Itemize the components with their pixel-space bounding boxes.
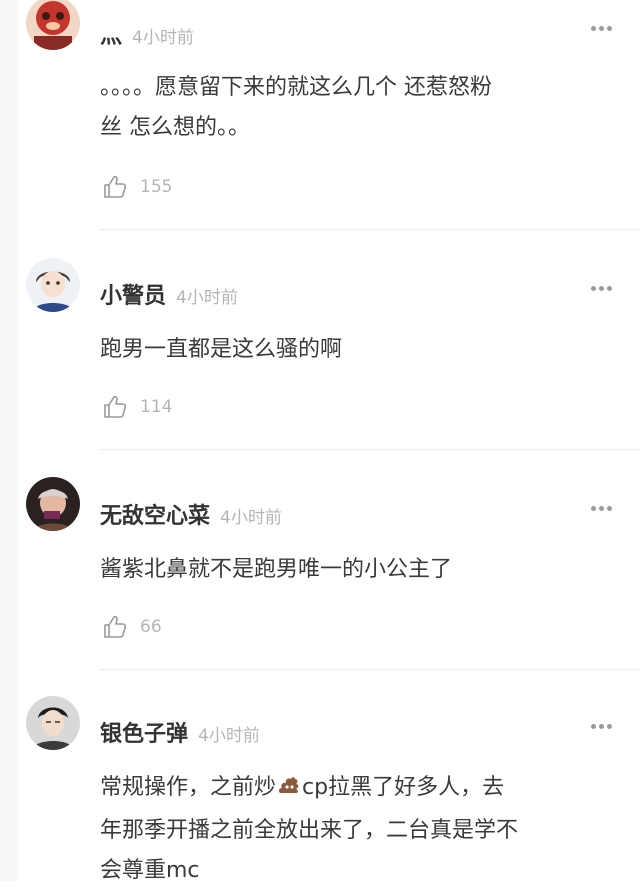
comment-text-line: 常规操作，之前炒 cp拉黑了好多人，去 (100, 768, 612, 811)
like-count: 114 (140, 397, 173, 417)
avatar[interactable] (26, 0, 80, 50)
like-button[interactable]: 66 (102, 614, 162, 640)
comment-text: 常规操作，之前炒 cp拉黑了好多人，去 年那季开播之前全放出来了，二台真是学不 会… (100, 768, 612, 891)
username[interactable]: 灬 (100, 18, 122, 50)
avatar[interactable] (26, 258, 80, 312)
like-count: 155 (140, 177, 173, 197)
like-button[interactable]: 114 (102, 394, 172, 420)
divider (100, 449, 640, 450)
username[interactable]: 小警员 (100, 278, 166, 310)
comment-text-line: 会尊重mc (100, 858, 200, 883)
comment-text-line: 跑男一直都是这么骚的啊 (100, 337, 343, 362)
more-dots-icon[interactable] (591, 724, 612, 729)
comment-text-line: 丝 怎么想的。。 (100, 115, 250, 140)
comment-text: 酱紫北鼻就不是跑男唯一的小公主了 (100, 550, 612, 590)
like-button[interactable]: 155 (102, 174, 172, 200)
comment-time: 4小时前 (132, 28, 194, 48)
comment-time: 4小时前 (198, 726, 260, 746)
comment-time: 4小时前 (176, 288, 238, 308)
avatar[interactable] (26, 696, 80, 750)
comment-text: 。。。。愿意留下来的就这么几个 还惹怒粉 丝 怎么想的。。 (100, 68, 612, 148)
username[interactable]: 无敌空心菜 (100, 498, 210, 530)
like-count: 66 (140, 617, 162, 637)
left-edge (0, 0, 18, 881)
comment-text-line: 年那季开播之前全放出来了，二台真是学不 (100, 818, 519, 843)
divider (100, 669, 640, 670)
thumbs-up-icon (104, 615, 127, 638)
divider (100, 229, 640, 230)
comment-text: 跑男一直都是这么骚的啊 (100, 330, 612, 370)
comment-text-segment: cp拉黑了好多人，去 (302, 775, 505, 800)
more-dots-icon[interactable] (591, 26, 612, 31)
username[interactable]: 银色子弹 (100, 716, 188, 748)
avatar[interactable] (26, 477, 80, 531)
comment-text-line: 酱紫北鼻就不是跑男唯一的小公主了 (100, 557, 453, 582)
comment-text-line: 。。。。愿意留下来的就这么几个 还惹怒粉 (100, 75, 492, 100)
thumbs-up-icon (104, 395, 127, 418)
poop-emoji-icon (276, 771, 302, 811)
thumbs-up-icon (104, 175, 127, 198)
comment-time: 4小时前 (220, 508, 282, 528)
comment-feed: 灬 4小时前 。。。。愿意留下来的就这么几个 还惹怒粉 丝 怎么想的。。 155 (0, 0, 640, 883)
comment-text-segment: 常规操作，之前炒 (100, 775, 277, 800)
more-dots-icon[interactable] (591, 286, 612, 291)
more-dots-icon[interactable] (591, 506, 612, 511)
